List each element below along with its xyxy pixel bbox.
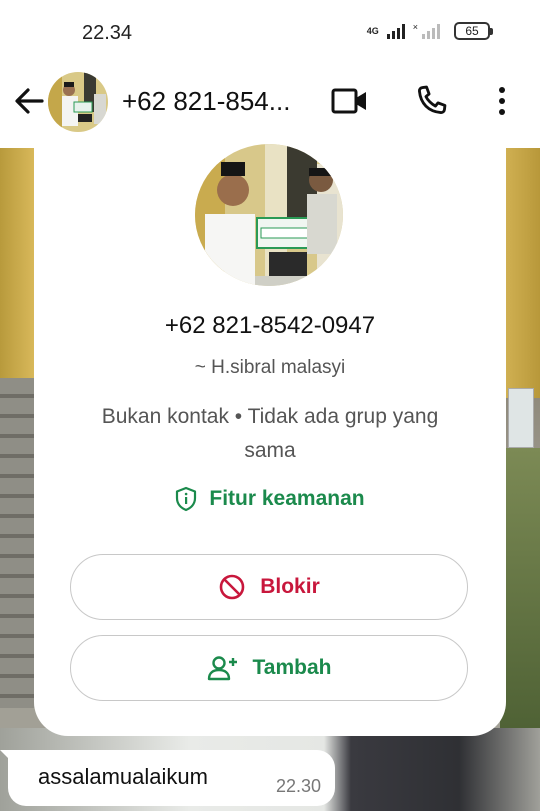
header-title[interactable]: +62 821-854... — [122, 86, 290, 117]
status-bar: 22.34 4G × 65 — [0, 0, 540, 66]
back-button[interactable] — [12, 84, 46, 118]
signal-sim2-icon — [422, 23, 440, 39]
security-features-label: Fitur keamanan — [209, 487, 365, 510]
wallpaper-sign — [508, 388, 534, 448]
signal-icon — [386, 23, 405, 39]
add-contact-button[interactable]: Tambah — [70, 635, 468, 701]
avatar-photo-large — [195, 144, 343, 286]
chat-header: +62 821-854... — [0, 66, 540, 148]
avatar-photo — [48, 72, 108, 132]
wallpaper-plants — [500, 448, 540, 728]
wallpaper-stairs — [0, 378, 34, 708]
status-icons: 4G × 65 — [366, 22, 493, 40]
phone-icon — [418, 85, 447, 114]
contact-relation-text: Bukan kontak • Tidak ada grup yang sama — [101, 405, 439, 462]
more-vertical-icon — [499, 87, 505, 115]
sim2-no-signal-label: × — [412, 22, 418, 32]
wallpaper-pillar-right — [500, 148, 540, 398]
add-person-icon — [207, 656, 237, 681]
block-button[interactable]: Blokir — [70, 554, 468, 620]
contact-display-name: ~ H.sibral malasyi — [194, 357, 346, 378]
bubble-tail — [0, 750, 12, 762]
shield-icon — [176, 486, 197, 512]
contact-info-card: +62 821-8542-0947 ~ H.sibral malasyi Buk… — [34, 144, 506, 736]
video-call-button[interactable] — [330, 84, 370, 118]
incoming-message-bubble[interactable]: assalamualaikum 22.30 — [0, 750, 335, 806]
video-camera-icon — [331, 88, 366, 114]
security-features-link[interactable]: Fitur keamanan — [34, 486, 506, 512]
more-options-button[interactable] — [490, 82, 514, 120]
contact-phone-number: +62 821-8542-0947 — [164, 312, 376, 339]
block-icon — [219, 574, 245, 600]
voice-call-button[interactable] — [412, 82, 450, 120]
battery-icon: 65 — [454, 22, 493, 40]
network-type-label: 4G — [366, 25, 379, 36]
header-avatar[interactable] — [48, 72, 108, 132]
status-time: 22.34 — [82, 22, 133, 44]
arrow-left-icon — [15, 88, 44, 114]
block-button-label: Blokir — [260, 575, 320, 598]
contact-avatar[interactable] — [195, 144, 343, 286]
message-text: assalamualaikum — [38, 764, 208, 789]
message-time: 22.30 — [275, 776, 321, 796]
add-contact-label: Tambah — [252, 656, 332, 679]
wallpaper-pillar-left — [0, 148, 34, 378]
